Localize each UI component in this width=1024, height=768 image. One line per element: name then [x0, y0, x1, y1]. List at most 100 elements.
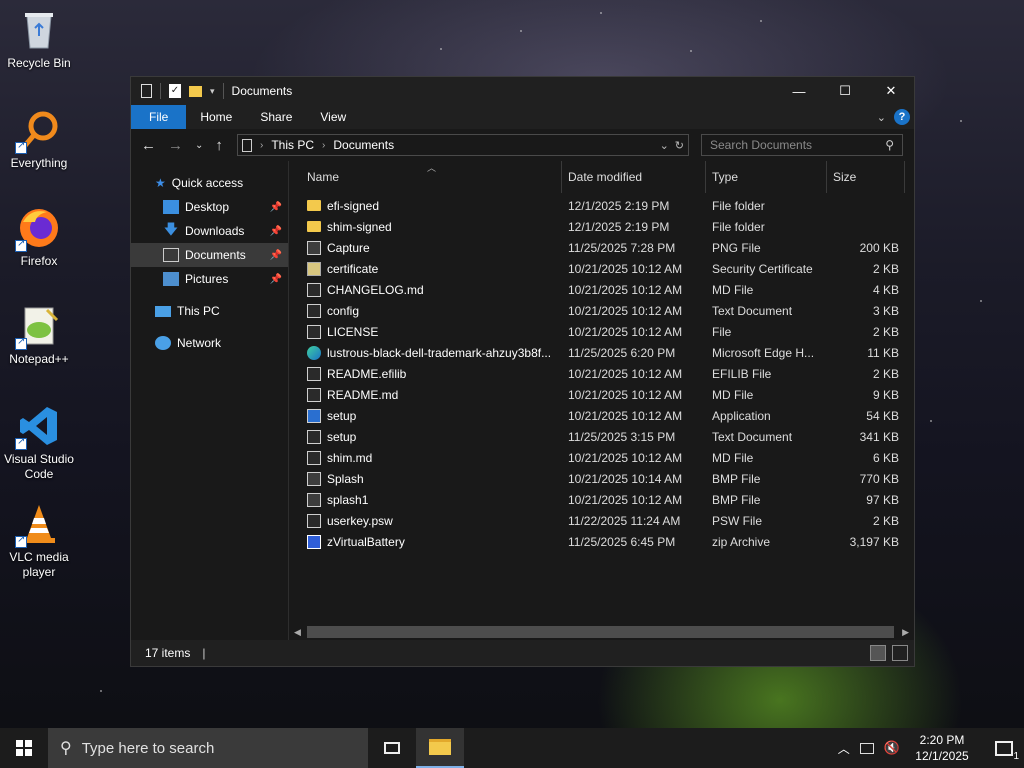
- tab-file[interactable]: File: [131, 105, 187, 129]
- customize-toolbar-icon[interactable]: ▾: [210, 86, 215, 97]
- file-row[interactable]: shim.md 10/21/2025 10:12 AM MD File 6 KB: [289, 447, 914, 468]
- image-file-icon: [307, 471, 321, 486]
- close-button[interactable]: ✕: [868, 77, 914, 105]
- file-type: File folder: [712, 198, 765, 213]
- minimize-button[interactable]: —: [776, 77, 822, 105]
- help-icon[interactable]: ?: [894, 109, 910, 125]
- file-row[interactable]: LICENSE 10/21/2025 10:12 AM File 2 KB: [289, 321, 914, 342]
- horizontal-scrollbar[interactable]: ◀ ▶: [289, 624, 914, 640]
- nav-item-quick-access[interactable]: ★ Quick access: [131, 171, 288, 195]
- tab-view[interactable]: View: [306, 105, 360, 129]
- tab-share[interactable]: Share: [246, 105, 306, 129]
- shortcut-arrow-icon: [15, 238, 27, 252]
- file-row[interactable]: userkey.psw 11/22/2025 11:24 AM PSW File 2 …: [289, 510, 914, 531]
- back-arrow-icon[interactable]: ←: [141, 137, 156, 154]
- breadcrumb-separator-icon[interactable]: ›: [260, 140, 263, 151]
- network-status-icon[interactable]: [859, 742, 874, 754]
- action-center-button[interactable]: 1: [984, 740, 1024, 762]
- title-bar[interactable]: ✓ ▾ Documents — ☐ ✕: [131, 77, 914, 105]
- notification-icon: 1: [995, 740, 1019, 762]
- file-name: efi-signed: [327, 198, 380, 213]
- task-view-button[interactable]: [368, 728, 416, 768]
- file-type: File: [712, 324, 732, 339]
- navigation-bar: ← → ⌄ ↑ › This PC › Documents ⌄ ↻ Search…: [131, 129, 914, 161]
- address-dropdown-chevron-icon[interactable]: ⌄: [660, 139, 669, 152]
- file-row[interactable]: README.efilib 10/21/2025 10:12 AM EFILIB F…: [289, 363, 914, 384]
- file-row[interactable]: zVirtualBattery 11/25/2025 6:45 PM zip Arc…: [289, 531, 914, 552]
- tab-home[interactable]: Home: [186, 105, 246, 129]
- refresh-icon[interactable]: ↻: [675, 139, 684, 152]
- nav-item-this-pc[interactable]: This PC: [131, 299, 288, 323]
- application-icon: [307, 408, 321, 423]
- file-size: 11 KB: [867, 345, 899, 360]
- file-row[interactable]: Capture 11/25/2025 7:28 PM PNG File 200 KB: [289, 237, 914, 258]
- search-input[interactable]: Search Documents ⚲: [701, 134, 903, 156]
- up-arrow-icon[interactable]: ↑: [215, 137, 223, 154]
- file-date: 10/21/2025 10:12 AM: [568, 408, 683, 423]
- documents-folder-icon: [163, 248, 179, 262]
- scrollbar-thumb[interactable]: [307, 626, 894, 638]
- start-button[interactable]: [0, 728, 48, 768]
- zip-archive-icon: [307, 534, 321, 549]
- column-header-size[interactable]: Size: [827, 161, 905, 193]
- file-row[interactable]: config 10/21/2025 10:12 AM Text Document 3 …: [289, 300, 914, 321]
- nav-item-downloads[interactable]: 🡇 Downloads 📌: [131, 219, 288, 243]
- desktop-icon-firefox[interactable]: Firefox: [0, 206, 78, 269]
- document-icon: [307, 387, 321, 402]
- breadcrumb-this-pc[interactable]: This PC: [271, 138, 314, 152]
- scroll-left-icon[interactable]: ◀: [294, 627, 301, 638]
- file-size: 9 KB: [872, 387, 899, 402]
- file-date: 10/21/2025 10:12 AM: [568, 282, 683, 297]
- file-row[interactable]: lustrous-black-dell-trademark-ahzuy3b8f.…: [289, 342, 914, 363]
- file-type: Security Certificate: [712, 261, 813, 276]
- desktop-icon-everything[interactable]: Everything: [0, 108, 78, 171]
- desktop-icon-vscode[interactable]: Visual Studio Code: [0, 404, 78, 482]
- desktop-icon-recycle-bin[interactable]: Recycle Bin: [0, 8, 78, 71]
- document-icon: [307, 366, 321, 381]
- taskbar-file-explorer-button[interactable]: [416, 728, 464, 768]
- file-row[interactable]: setup 10/21/2025 10:12 AM Application 54 KB: [289, 405, 914, 426]
- file-row[interactable]: CHANGELOG.md 10/21/2025 10:12 AM MD File 4 …: [289, 279, 914, 300]
- file-date: 11/25/2025 6:20 PM: [568, 345, 676, 360]
- properties-check-icon[interactable]: ✓: [169, 84, 181, 98]
- column-header-type[interactable]: Type: [706, 161, 827, 193]
- file-row[interactable]: Splash 10/21/2025 10:14 AM BMP File 770 KB: [289, 468, 914, 489]
- recent-locations-chevron-icon[interactable]: ⌄: [195, 140, 203, 151]
- forward-arrow-icon[interactable]: →: [168, 137, 183, 154]
- column-header-date-modified[interactable]: Date modified: [562, 161, 706, 193]
- image-file-icon: [307, 240, 321, 255]
- details-view-icon[interactable]: [870, 645, 886, 661]
- large-icons-view-icon[interactable]: [892, 645, 908, 661]
- desktop-icon-vlc[interactable]: VLC media player: [0, 502, 78, 580]
- file-name-cell: lustrous-black-dell-trademark-ahzuy3b8f.…: [307, 345, 562, 360]
- desktop-icon-notepadpp[interactable]: Notepad++: [0, 304, 78, 367]
- taskbar-search-box[interactable]: ⚲ Type here to search: [48, 728, 368, 768]
- desktop-icon-label: Notepad++: [9, 352, 69, 366]
- nav-item-pictures[interactable]: Pictures 📌: [131, 267, 288, 291]
- maximize-button[interactable]: ☐: [822, 77, 868, 105]
- file-row[interactable]: efi-signed 12/1/2025 2:19 PM File folder: [289, 195, 914, 216]
- file-row[interactable]: setup 11/25/2025 3:15 PM Text Document 341 …: [289, 426, 914, 447]
- file-type: PNG File: [712, 240, 761, 255]
- breadcrumb-documents[interactable]: Documents: [333, 138, 394, 152]
- taskbar-clock[interactable]: 2:20 PM 12/1/2025: [910, 732, 974, 764]
- file-size: 4 KB: [872, 282, 899, 297]
- show-hidden-icons-chevron-icon[interactable]: ︿: [838, 740, 850, 757]
- file-list-pane: ︿ Name Date modified Type Size efi-signe…: [289, 161, 914, 640]
- nav-item-desktop[interactable]: Desktop 📌: [131, 195, 288, 219]
- breadcrumb-separator-icon[interactable]: ›: [322, 140, 325, 151]
- nav-item-label: Network: [177, 336, 222, 350]
- scroll-right-icon[interactable]: ▶: [902, 627, 909, 638]
- expand-ribbon-chevron-icon[interactable]: ⌄: [877, 111, 886, 124]
- new-folder-icon[interactable]: [189, 85, 202, 97]
- nav-item-documents[interactable]: Documents 📌: [131, 243, 288, 267]
- nav-item-network[interactable]: Network: [131, 331, 288, 355]
- file-row[interactable]: shim-signed 12/1/2025 2:19 PM File folder: [289, 216, 914, 237]
- volume-muted-icon[interactable]: 🔇: [884, 740, 900, 756]
- item-count: 17 items: [145, 646, 191, 660]
- address-bar[interactable]: › This PC › Documents ⌄ ↻: [237, 134, 689, 156]
- file-row[interactable]: certificate 10/21/2025 10:12 AM Security C…: [289, 258, 914, 279]
- file-name-cell: CHANGELOG.md: [307, 282, 562, 297]
- file-row[interactable]: README.md 10/21/2025 10:12 AM MD File 9 KB: [289, 384, 914, 405]
- file-row[interactable]: splash1 10/21/2025 10:12 AM BMP File 97 KB: [289, 489, 914, 510]
